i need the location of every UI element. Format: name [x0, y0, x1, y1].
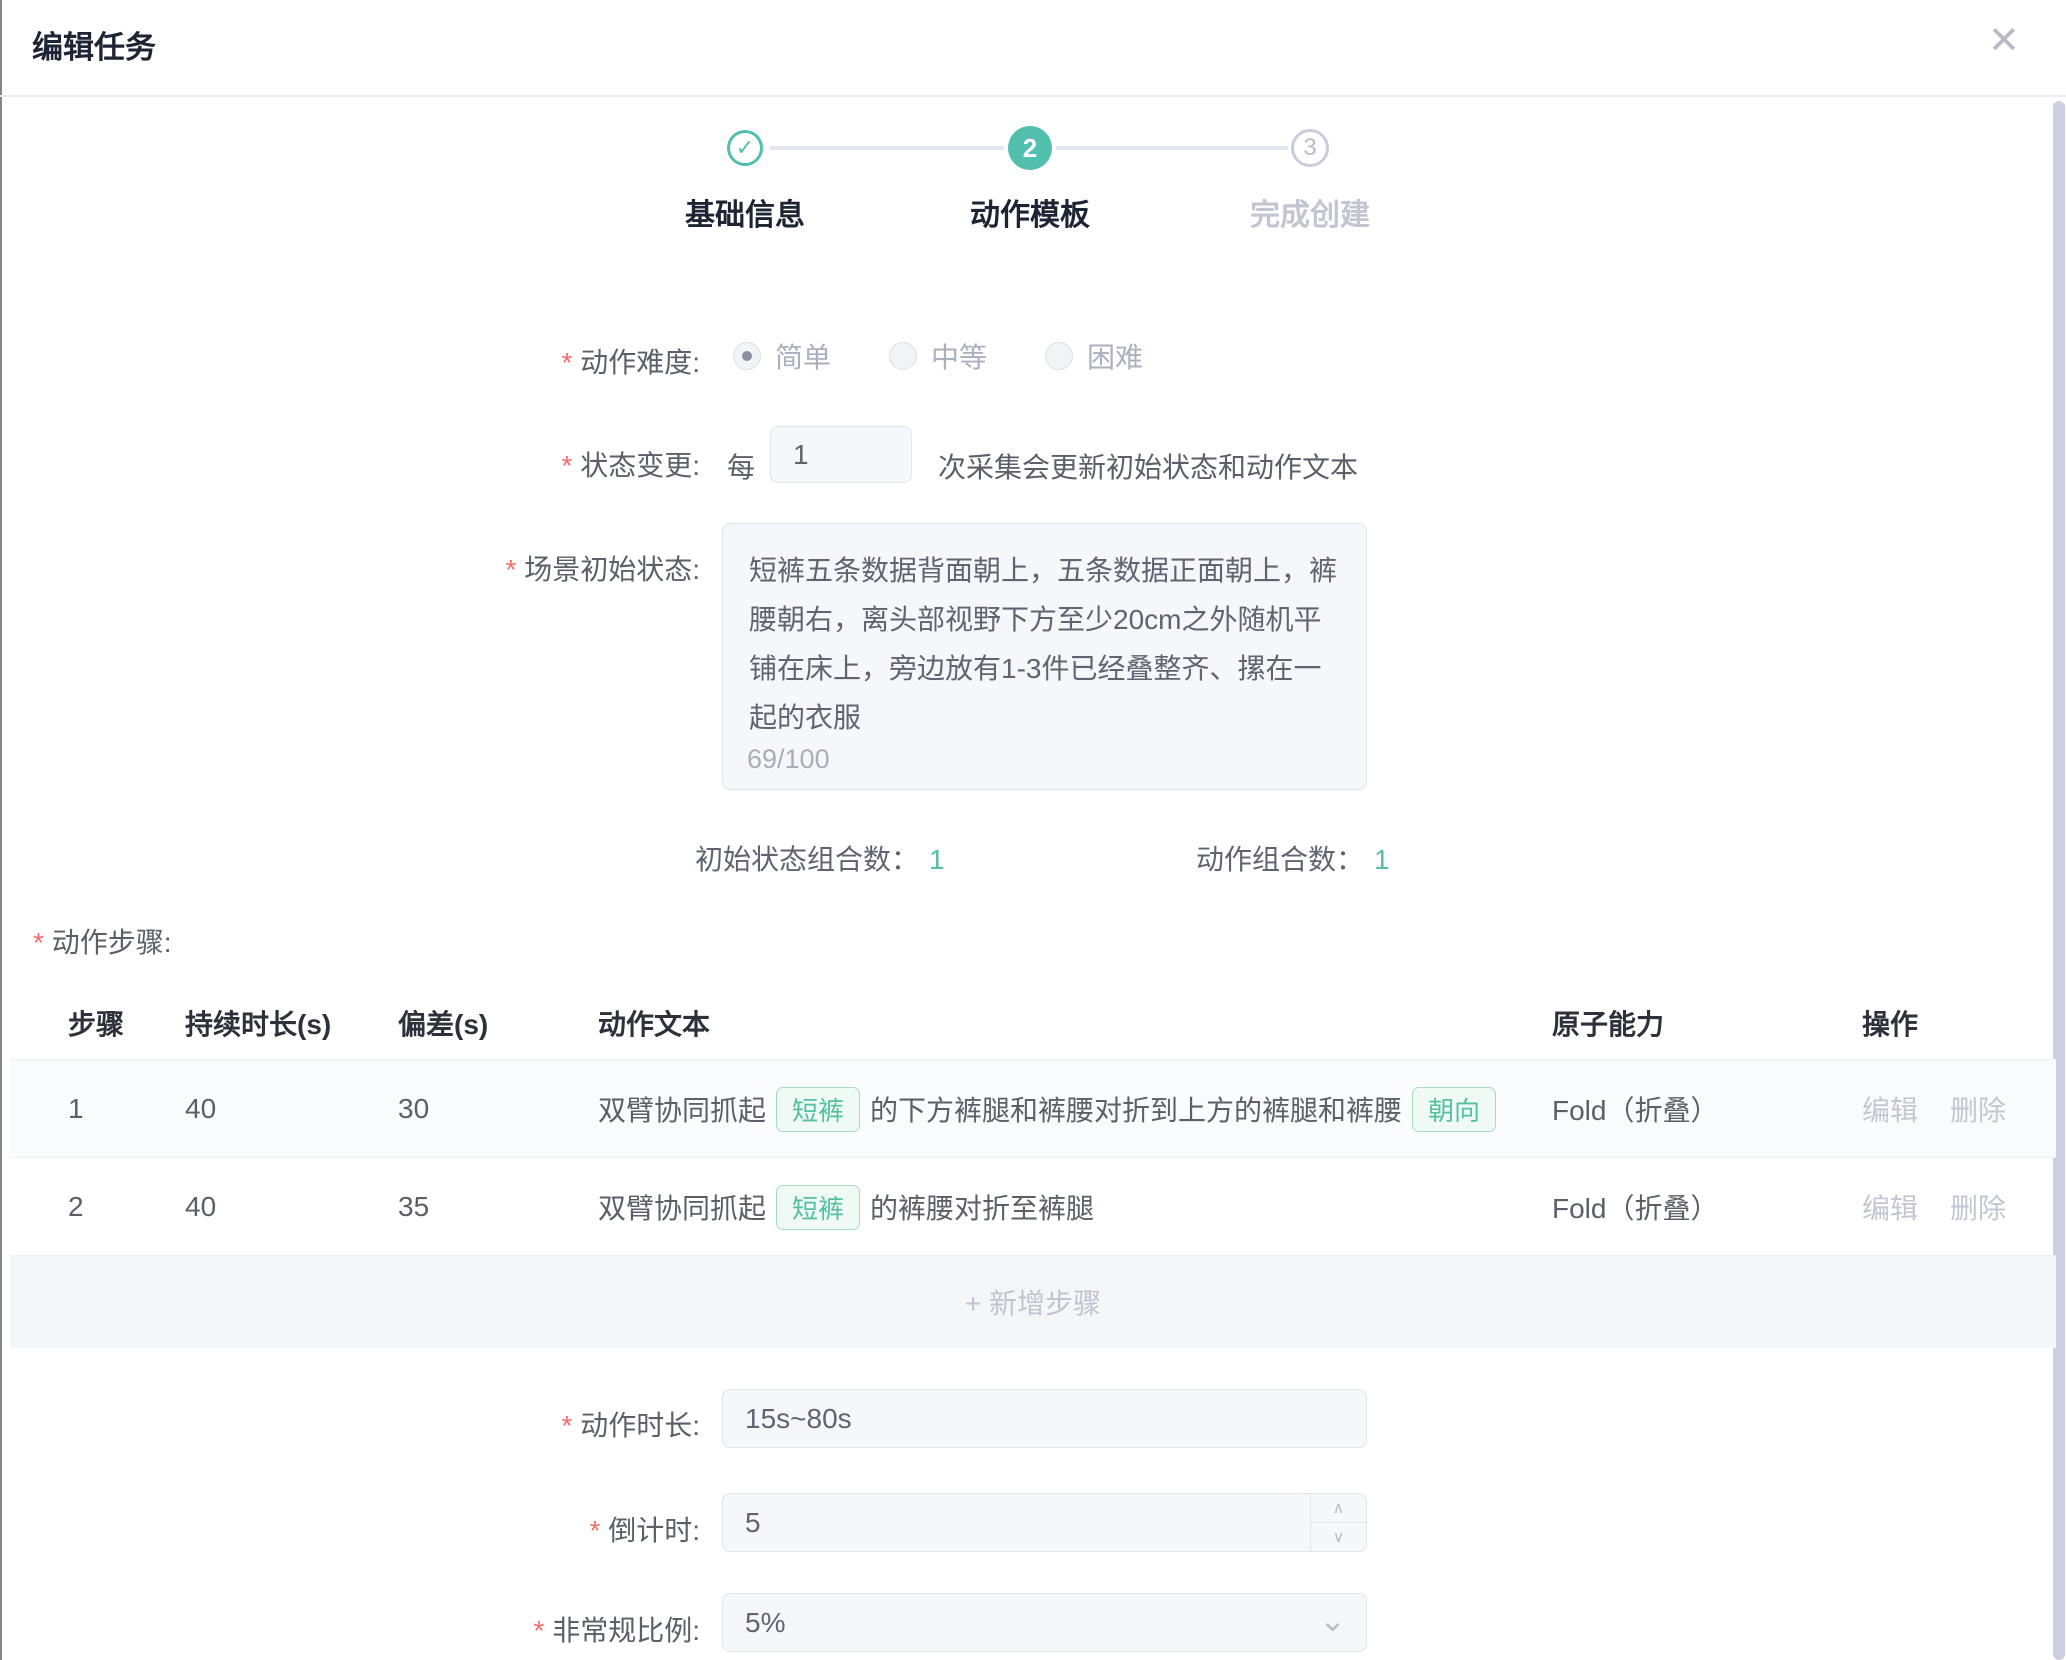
col-header-deviation: 偏差(s) [398, 985, 488, 1060]
decrease-icon[interactable]: ∨ [1311, 1523, 1366, 1552]
radio-circle-icon [1045, 342, 1073, 370]
vertical-scrollbar[interactable] [2053, 101, 2065, 1660]
cell-step: 2 [68, 1158, 84, 1256]
cell-step: 1 [68, 1060, 84, 1158]
cell-action-text: 双臂协同抓起短裤的下方裤腿和裤腰对折到上方的裤腿和裤腰朝向 [598, 1060, 1506, 1158]
col-header-duration: 持续时长(s) [185, 985, 331, 1060]
col-header-ability: 原子能力 [1552, 985, 1664, 1060]
chevron-down-icon: ⌄ [1319, 1600, 1346, 1638]
state-change-prefix: 每 [727, 446, 755, 486]
unusual-ratio-label: 非常规比例: [360, 1609, 700, 1649]
edit-button[interactable]: 编辑 [1862, 1187, 1918, 1227]
initial-combo-count: 初始状态组合数：1 [695, 838, 945, 878]
table-row: 1 40 30 双臂协同抓起短裤的下方裤腿和裤腰对折到上方的裤腿和裤腰朝向 Fo… [10, 1060, 2056, 1158]
initial-state-label: 场景初始状态: [330, 548, 700, 588]
initial-combo-value: 1 [929, 844, 945, 875]
state-change-suffix: 次采集会更新初始状态和动作文本 [938, 446, 1358, 486]
duration-label: 动作时长: [360, 1404, 700, 1444]
duration-input[interactable]: 15s~80s [722, 1389, 1367, 1448]
header-divider [0, 95, 2066, 97]
stepper-connector [1056, 146, 1288, 150]
close-icon[interactable]: ✕ [1988, 22, 2020, 60]
step2-circle: 2 [1008, 126, 1052, 170]
table-body: 1 40 30 双臂协同抓起短裤的下方裤腿和裤腰对折到上方的裤腿和裤腰朝向 Fo… [10, 1060, 2056, 1256]
initial-state-textarea[interactable]: 短裤五条数据背面朝上，五条数据正面朝上，裤腰朝右，离头部视野下方至少20cm之外… [722, 523, 1367, 790]
unusual-ratio-select[interactable]: 5% ⌄ [722, 1593, 1367, 1652]
stepper-connector [770, 146, 1004, 150]
action-combo-count: 动作组合数：1 [1196, 838, 1390, 878]
step3-circle: 3 [1291, 129, 1329, 167]
number-stepper: ∧ ∨ [1310, 1494, 1366, 1551]
delete-button[interactable]: 删除 [1950, 1089, 2006, 1129]
entity-tag: 短裤 [776, 1087, 860, 1132]
edit-button[interactable]: 编辑 [1862, 1089, 1918, 1129]
entity-tag: 朝向 [1412, 1087, 1496, 1132]
radio-circle-icon [733, 342, 761, 370]
difficulty-label: 动作难度: [360, 341, 700, 381]
countdown-input[interactable]: 5 ∧ ∨ [722, 1493, 1367, 1552]
radio-hard[interactable]: 困难 [1045, 336, 1143, 376]
action-steps-label: 动作步骤: [33, 921, 171, 961]
entity-tag: 短裤 [776, 1185, 860, 1230]
step-label-basic-info: 基础信息 [625, 190, 865, 234]
step1-check-icon: ✓ [727, 130, 763, 166]
step-label-finish: 完成创建 [1190, 190, 1430, 234]
cell-ability: Fold（折叠） [1552, 1060, 1718, 1158]
cell-ability: Fold（折叠） [1552, 1158, 1718, 1256]
dialog-title: 编辑任务 [32, 22, 156, 67]
radio-easy[interactable]: 简单 [733, 336, 831, 376]
table-row: 2 40 35 双臂协同抓起短裤的裤腰对折至裤腿 Fold（折叠） 编辑 删除 [10, 1158, 2056, 1256]
state-change-label: 状态变更: [360, 444, 700, 484]
window-left-edge [0, 0, 2, 1660]
radio-circle-icon [889, 342, 917, 370]
initial-state-text: 短裤五条数据背面朝上，五条数据正面朝上，裤腰朝右，离头部视野下方至少20cm之外… [749, 546, 1340, 742]
cell-deviation: 35 [398, 1158, 429, 1256]
col-header-step: 步骤 [68, 985, 124, 1060]
action-steps-table: 步骤 持续时长(s) 偏差(s) 动作文本 原子能力 操作 1 40 30 双臂… [10, 985, 2056, 1348]
cell-duration: 40 [185, 1158, 216, 1256]
cell-action-text: 双臂协同抓起短裤的裤腰对折至裤腿 [598, 1158, 1094, 1256]
step-label-action-template: 动作模板 [910, 190, 1150, 234]
cell-ops: 编辑 删除 [1862, 1060, 2006, 1158]
cell-deviation: 30 [398, 1060, 429, 1158]
countdown-label: 倒计时: [360, 1509, 700, 1549]
difficulty-radio-group: 简单 中等 困难 [733, 336, 1143, 376]
cell-duration: 40 [185, 1060, 216, 1158]
radio-medium[interactable]: 中等 [889, 336, 987, 376]
action-combo-value: 1 [1374, 844, 1390, 875]
increase-icon[interactable]: ∧ [1311, 1494, 1366, 1523]
cell-ops: 编辑 删除 [1862, 1158, 2006, 1256]
delete-button[interactable]: 删除 [1950, 1187, 2006, 1227]
col-header-action-text: 动作文本 [598, 985, 710, 1060]
char-counter: 69/100 [747, 744, 830, 775]
table-header-row: 步骤 持续时长(s) 偏差(s) 动作文本 原子能力 操作 [10, 985, 2056, 1060]
col-header-ops: 操作 [1862, 985, 1918, 1060]
add-step-button[interactable]: + 新增步骤 [10, 1256, 2056, 1348]
state-change-input[interactable]: 1 [770, 426, 912, 483]
